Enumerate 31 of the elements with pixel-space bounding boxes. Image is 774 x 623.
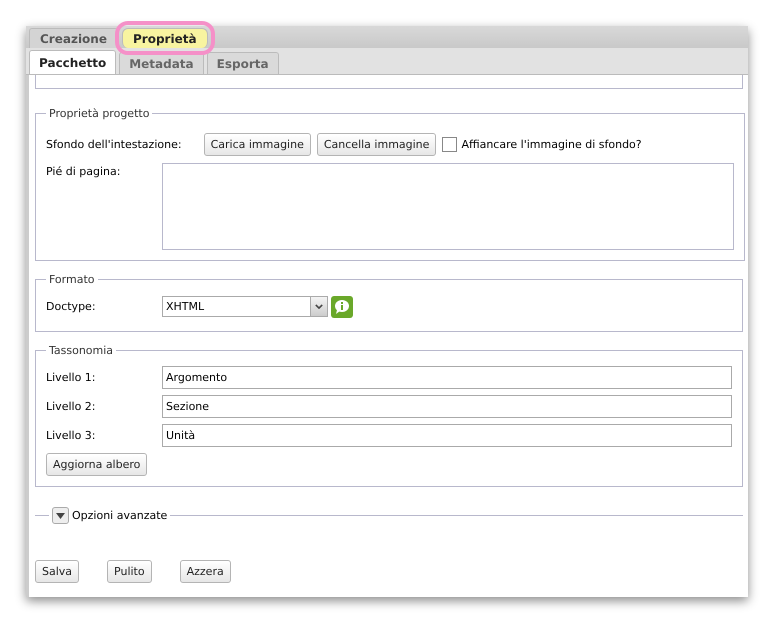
sub-tab[interactable]: Metadata <box>119 52 204 74</box>
caret-icon <box>315 304 323 309</box>
action-button[interactable]: Azzera <box>180 560 231 583</box>
level-input[interactable]: Unità <box>162 424 732 447</box>
update-tree-button[interactable]: Aggiorna albero <box>46 453 148 476</box>
checkbox-label: Affiancare l'immagine di sfondo? <box>461 138 642 151</box>
section-legend: Formato <box>46 273 98 286</box>
field-label: Pié di pagina: <box>46 165 122 178</box>
sub-tab[interactable]: Pacchetto <box>29 50 116 74</box>
section-label: Opzioni avanzate <box>72 509 168 522</box>
level-input[interactable]: Argomento <box>162 366 732 389</box>
field-label: Livello 1: <box>46 371 97 384</box>
section-legend: Proprietà progetto <box>46 107 152 120</box>
field-label: Livello 3: <box>46 429 97 442</box>
caret-icon <box>56 512 65 518</box>
image-button[interactable]: Carica immagine <box>204 133 311 156</box>
field-label: Sfondo dell'intestazione: <box>46 138 182 151</box>
action-button[interactable]: Salva <box>35 560 80 583</box>
level-input[interactable]: Sezione <box>162 395 732 418</box>
expand-toggle[interactable] <box>52 507 69 524</box>
action-button[interactable]: Pulito <box>107 560 152 583</box>
field-label: Doctype: <box>46 300 97 313</box>
image-button[interactable]: Cancella immagine <box>316 133 436 156</box>
doctype-dropdown[interactable]: XHTML <box>162 296 328 317</box>
sub-tab[interactable]: Esporta <box>206 52 279 74</box>
checkbox[interactable] <box>442 137 458 152</box>
field-label: Livello 2: <box>46 400 97 413</box>
info-icon[interactable] <box>331 296 353 318</box>
section-legend: Tassonomia <box>46 344 116 357</box>
footer-textarea[interactable] <box>162 163 734 250</box>
main-tab[interactable]: Creazione <box>29 28 118 48</box>
